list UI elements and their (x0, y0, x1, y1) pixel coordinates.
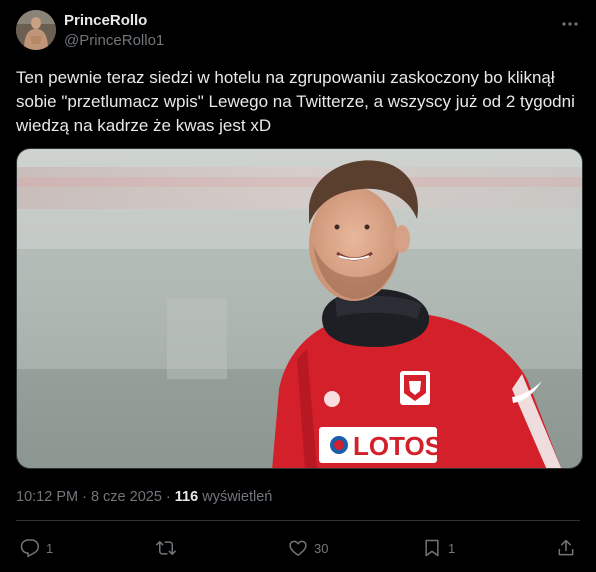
tweet-text: Ten pewnie teraz siedzi w hotelu na zgru… (16, 68, 575, 135)
tweet-header: PrinceRollo @PrinceRollo1 (16, 10, 580, 52)
tweet-meta: 10:12 PM · 8 cze 2025 · 116 wyświetleń (16, 487, 272, 507)
display-name[interactable]: PrinceRollo (64, 11, 164, 31)
share-button[interactable] (556, 537, 576, 559)
tweet-card: PrinceRollo @PrinceRollo1 Ten pewnie ter… (0, 0, 596, 572)
shirt-sponsor-text: LOTOS (353, 431, 442, 461)
user-handle[interactable]: @PrinceRollo1 (64, 31, 164, 51)
like-count: 30 (314, 540, 329, 556)
tweet-photo[interactable]: LOTOS (16, 148, 583, 469)
like-button[interactable]: 30 (288, 537, 328, 559)
divider (16, 520, 580, 521)
reply-count: 1 (46, 540, 54, 556)
avatar-image (16, 10, 56, 50)
share-icon (558, 539, 574, 556)
retweet-icon (156, 541, 176, 555)
reply-icon (20, 539, 40, 558)
reply-button[interactable]: 1 (20, 537, 53, 559)
bookmark-count: 1 (448, 540, 456, 556)
photo-footballer: LOTOS (17, 149, 582, 468)
bookmark-icon (425, 539, 439, 557)
views-count: 116 (174, 489, 199, 505)
author-names: PrinceRollo @PrinceRollo1 (64, 11, 164, 51)
timestamp[interactable]: 10:12 PM · 8 cze 2025 · (16, 489, 175, 505)
bookmark-button[interactable]: 1 (422, 537, 455, 559)
heart-icon (289, 540, 307, 556)
retweet-button[interactable] (156, 537, 182, 559)
action-bar: 1 30 1 (16, 528, 580, 568)
avatar[interactable] (16, 10, 56, 50)
views-label: wyświetleń (202, 489, 273, 505)
more-options-icon[interactable] (560, 14, 580, 34)
